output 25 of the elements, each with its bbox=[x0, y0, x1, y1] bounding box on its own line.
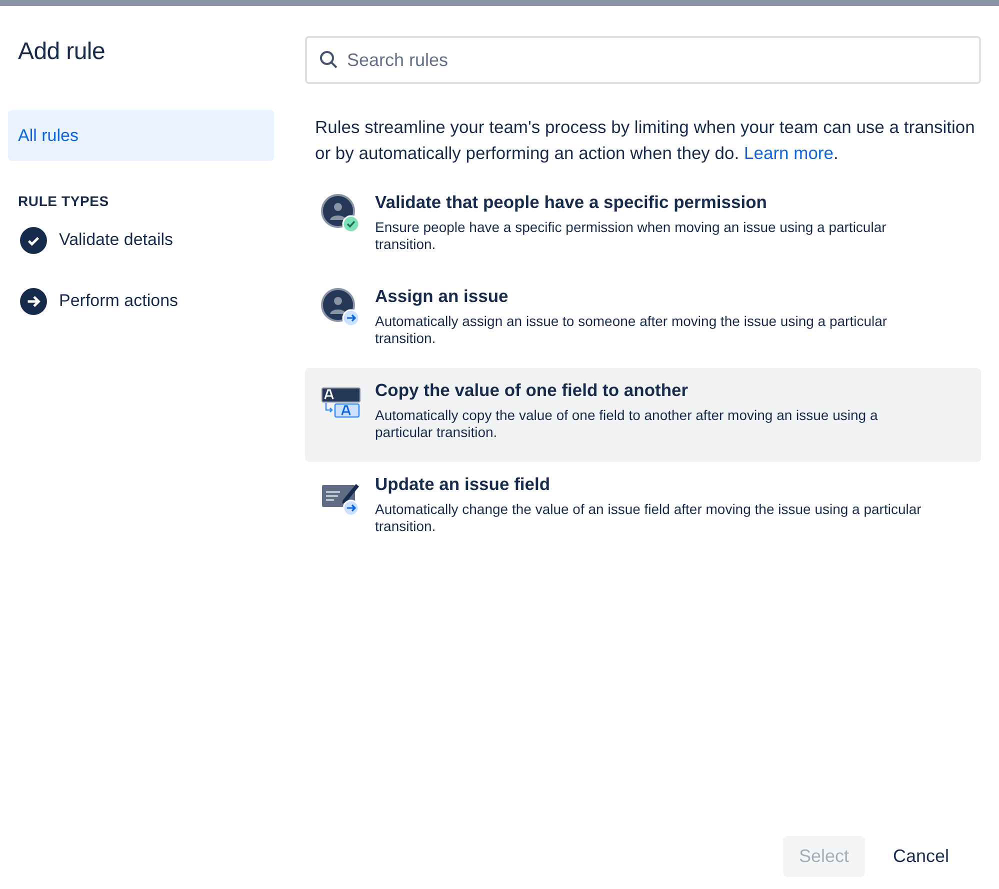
rule-title: Copy the value of one field to another bbox=[375, 380, 690, 401]
rule-description: Ensure people have a specific permission when moving an issue using a particular transition. bbox=[375, 219, 888, 253]
nav-item[interactable]: All rules bbox=[8, 110, 274, 161]
search-field[interactable]: Search rules bbox=[305, 36, 981, 84]
dialog-title: Add rule bbox=[18, 38, 106, 66]
rule-title: Validate that people have a specific permission bbox=[375, 192, 768, 213]
rule-option[interactable]: Assign an issue Automatically assign an issue to someone after moving the issue using a particular transition. bbox=[305, 274, 981, 368]
rule-option[interactable]: Update an issue field Automatically change the value of an issue field after moving the issue using a particular transition. bbox=[305, 462, 981, 556]
rule-type-item[interactable]: Validate details bbox=[59, 230, 174, 250]
rule-title: Assign an issue bbox=[375, 286, 510, 307]
rule-description: Automatically copy the value of one field to another after moving an issue using a particular transition. bbox=[375, 407, 879, 441]
learn-more-link[interactable]: Learn more bbox=[744, 143, 834, 163]
rule-description: Automatically assign an issue to someone after moving the issue using a particular transition. bbox=[375, 313, 888, 347]
rule-option[interactable]: Copy the value of one field to another Automatically copy the value of one field to another after moving an issue using a particular transition. bbox=[305, 368, 981, 462]
rule-description: Automatically change the value of an issue field after moving the issue using a particular transition. bbox=[375, 501, 922, 535]
rule-option[interactable]: Validate that people have a specific permission Ensure people have a specific permission when moving an issue using a particular transition. bbox=[305, 180, 981, 274]
person-check-icon bbox=[321, 194, 361, 234]
person-arrow-icon bbox=[321, 288, 361, 328]
intro-text: Rules streamline your team's process by limiting when your team can use a transition or by automatically performing an action when they do. Learn more. bbox=[315, 116, 976, 165]
rule-type-item[interactable]: Perform actions bbox=[59, 291, 178, 311]
cancel-button[interactable]: Cancel bbox=[876, 836, 965, 877]
arrow-circle-icon bbox=[20, 288, 47, 314]
rule-title: Update an issue field bbox=[375, 474, 552, 495]
check-circle-icon bbox=[20, 226, 47, 254]
section-heading: RULE TYPES bbox=[18, 193, 110, 209]
